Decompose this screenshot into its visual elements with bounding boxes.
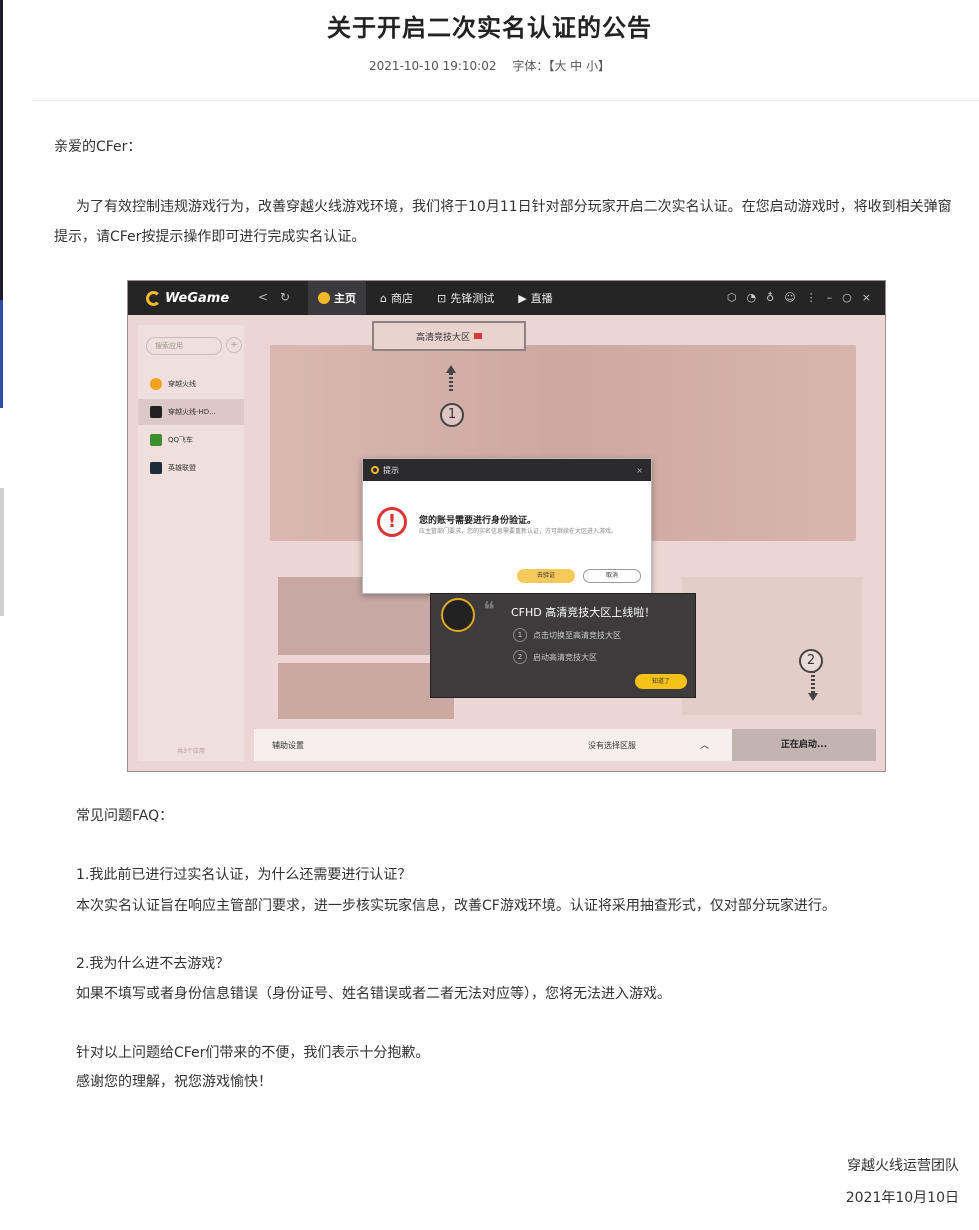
nav-store: ⌂ 商店 bbox=[380, 291, 413, 306]
wegame-logo: WeGame bbox=[146, 289, 229, 307]
qqspeed-icon bbox=[150, 434, 162, 446]
chevron-up-icon: ︿ bbox=[700, 741, 710, 751]
menu-icon: ⋮ bbox=[805, 291, 817, 304]
font-size-switch[interactable]: 字体：【大 中 小】 bbox=[512, 59, 610, 73]
title-divider bbox=[32, 100, 979, 101]
dialog-buttons: 去验证 取消 bbox=[517, 569, 641, 583]
bag-icon: ⌂ bbox=[380, 291, 387, 305]
arrow-down-icon bbox=[808, 671, 818, 701]
left-edge-strip-gray bbox=[0, 488, 4, 616]
download-icon: ♁ bbox=[766, 291, 775, 304]
warning-icon: ! bbox=[377, 507, 407, 537]
thanks: 感谢您的理解，祝您游戏愉快！ bbox=[76, 1074, 272, 1090]
window-controls: ⬡ ◔ ♁ ☺ ⋮ – ○ × bbox=[727, 291, 871, 304]
region-highlight: 高清竞技大区 bbox=[372, 321, 526, 351]
dialog-header: 提示 × bbox=[363, 459, 651, 481]
lol-icon bbox=[150, 462, 162, 474]
sidebar-game: QQ飞车 bbox=[138, 427, 244, 453]
article-meta: 2021-10-10 19:10:02 字体：【大 中 小】 bbox=[0, 57, 979, 74]
cfhd-icon bbox=[150, 406, 162, 418]
cf-icon bbox=[150, 378, 162, 390]
arrow-up-icon bbox=[446, 365, 456, 391]
launch-button: 正在启动... bbox=[732, 729, 876, 761]
wegame-nav: 主页 ⌂ 商店 ⊡ 先锋测试 ▶ 直播 bbox=[308, 281, 563, 315]
add-icon: + bbox=[226, 337, 242, 353]
step-badge-2: 2 bbox=[799, 649, 823, 673]
faq-answer-1: 本次实名认证旨在响应主管部门要求，进一步核实玩家信息，改善CF游戏环境。认证将采… bbox=[76, 898, 836, 914]
quote-icon: ❝ bbox=[483, 598, 495, 623]
app-search: 搜索应用 bbox=[146, 337, 222, 355]
faq-question-2: 2.我为什么进不去游戏？ bbox=[76, 956, 230, 972]
home-icon bbox=[318, 292, 330, 304]
wegame-logo-icon bbox=[146, 290, 161, 306]
nav-beta: ⊡ 先锋测试 bbox=[436, 291, 495, 306]
page-title: 关于开启二次实名认证的公告 bbox=[327, 14, 652, 42]
sidebar-game: 穿越火线 bbox=[138, 371, 244, 397]
chat-icon: ◔ bbox=[746, 291, 757, 304]
faq-question-1: 1.我此前已进行过实名认证，为什么还需要进行认证？ bbox=[76, 867, 412, 883]
back-icon: < bbox=[258, 290, 269, 304]
refresh-icon: ↻ bbox=[280, 290, 291, 304]
sign-date: 2021年10月10日 bbox=[845, 1190, 959, 1206]
region-select: 没有选择区服 bbox=[588, 741, 636, 750]
step-badge-1: 1 bbox=[440, 403, 464, 427]
popup-step: 1 点击切换至高清竞技大区 bbox=[513, 628, 621, 642]
wegame-sidebar: 搜索应用 + 穿越火线 穿越火线-HD... QQ飞车 英雄联盟 共3个应用 bbox=[138, 325, 244, 761]
left-edge-strip-blue bbox=[0, 300, 3, 408]
left-edge-strip bbox=[0, 0, 3, 300]
close-icon: × bbox=[861, 291, 871, 304]
popup-title: CFHD 高清竞技大区上线啦！ bbox=[511, 606, 656, 619]
intro-paragraph: 为了有效控制违规游戏行为，改善穿越火线游戏环境，我们将于10月11日针对部分玩家… bbox=[54, 199, 952, 245]
activity-panel bbox=[682, 577, 862, 715]
apology: 针对以上问题给CFer们带来的不便，我们表示十分抱歉。 bbox=[76, 1045, 430, 1061]
faq-heading: 常见问题FAQ： bbox=[76, 808, 174, 824]
wegame-logo-text: WeGame bbox=[165, 290, 230, 306]
popup-step: 2 启动高清竞技大区 bbox=[513, 650, 597, 664]
dialog-desc: 应主管部门要求，您的实名信息需要重新认证，方可继续在大区进入游戏。 bbox=[419, 528, 618, 535]
wegame-titlebar: WeGame < ↻ 主页 ⌂ 商店 ⊡ 先锋测试 ▶ 直播 ⬡ ◔ ♁ ☺ ⋮… bbox=[128, 281, 885, 315]
verify-dialog: 提示 × ! 您的账号需要进行身份验证。 应主管部门要求，您的实名信息需要重新认… bbox=[362, 458, 652, 594]
signature: 穿越火线运营团队 bbox=[847, 1158, 959, 1174]
minimize-icon: – bbox=[826, 291, 833, 304]
avatar-icon: ☺ bbox=[784, 291, 796, 304]
live-icon: ▶ bbox=[518, 291, 527, 305]
nav-home: 主页 bbox=[308, 281, 366, 315]
cfhd-popup: ❝ CFHD 高清竞技大区上线啦！ 1 点击切换至高清竞技大区 2 启动高清竞技大区… bbox=[430, 593, 696, 698]
faq-answer-2: 如果不填写或者身份信息错误（身份证号、姓名错误或者二者无法对应等），您将无法进入… bbox=[76, 986, 671, 1002]
verify-button: 去验证 bbox=[517, 569, 575, 583]
dialog-title: 您的账号需要进行身份验证。 bbox=[419, 516, 537, 526]
wegame-screenshot: WeGame < ↻ 主页 ⌂ 商店 ⊡ 先锋测试 ▶ 直播 ⬡ ◔ ♁ ☺ ⋮… bbox=[127, 280, 886, 772]
beta-icon: ⊡ bbox=[436, 291, 447, 305]
maximize-icon: ○ bbox=[842, 291, 852, 304]
sidebar-footer: 共3个应用 bbox=[177, 748, 205, 755]
assist-settings: 辅助设置 bbox=[272, 741, 304, 750]
nav-live: ▶ 直播 bbox=[518, 291, 553, 306]
shirt-icon: ⬡ bbox=[726, 291, 737, 304]
dialog-close-icon: × bbox=[636, 465, 643, 475]
new-tag-icon bbox=[474, 333, 482, 339]
sidebar-game-selected: 穿越火线-HD... bbox=[138, 399, 244, 425]
news-tile bbox=[278, 663, 454, 719]
publish-datetime: 2021-10-10 19:10:02 bbox=[369, 59, 497, 73]
got-it-button: 知道了 bbox=[635, 674, 687, 689]
cancel-button: 取消 bbox=[583, 569, 641, 583]
sidebar-game: 英雄联盟 bbox=[138, 455, 244, 481]
cfhd-avatar-icon bbox=[441, 598, 475, 632]
launch-bar: 辅助设置 没有选择区服 ︿ 正在启动... bbox=[254, 729, 876, 761]
greeting: 亲爱的CFer： bbox=[54, 139, 142, 155]
wegame-small-icon bbox=[371, 466, 379, 474]
